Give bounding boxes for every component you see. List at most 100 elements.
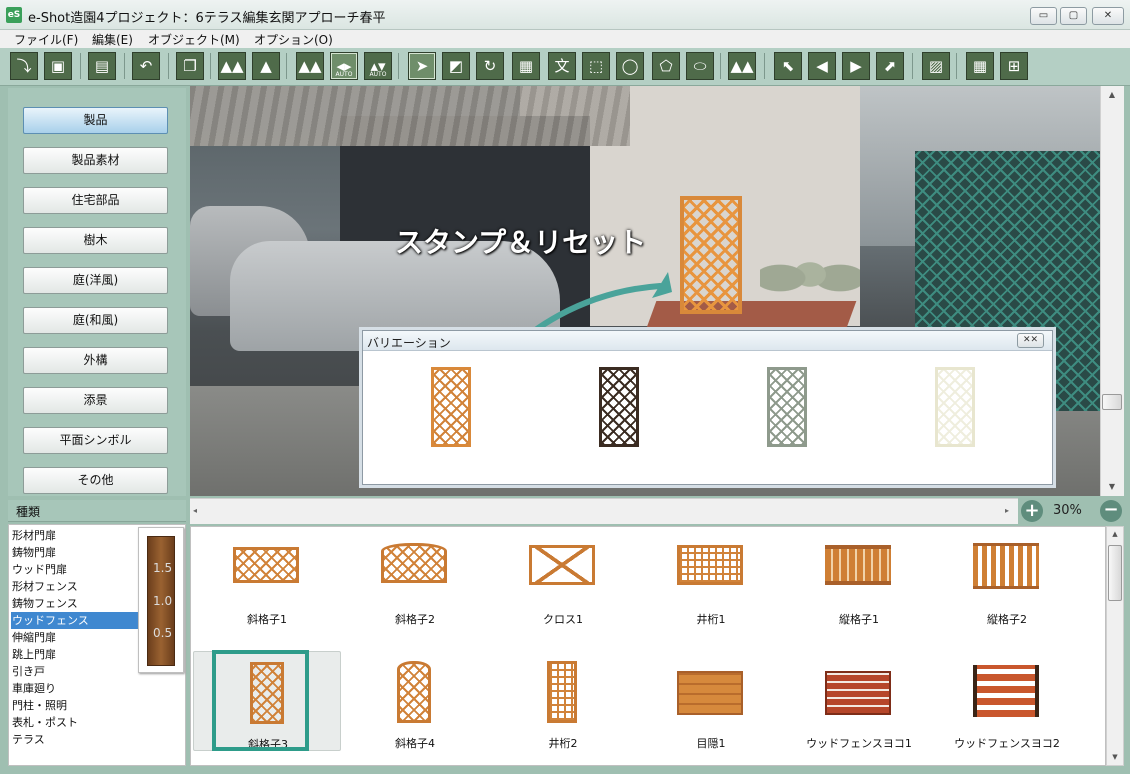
maximize-button[interactable]: ▢: [1060, 7, 1087, 25]
category-western-garden-button[interactable]: 庭(洋風): [23, 267, 168, 294]
transform-icon[interactable]: ◩: [442, 52, 470, 80]
auto-vertical-icon[interactable]: ▴▾ AUTO: [364, 52, 392, 80]
toolbar: ⤵ ▣ ▤ ↶ ❐ ▲▲ ▲ ▲▲ ◂▸ AUTO ▴▾ AUTO ➤ ◩ ↻ ▦ …: [0, 48, 1130, 86]
gauge-label-0-5: 0.5: [153, 626, 173, 640]
type-item[interactable]: 伸縮門扉: [11, 629, 139, 646]
zoom-in-icon[interactable]: +: [1021, 500, 1043, 522]
undo-icon[interactable]: ↶: [132, 52, 160, 80]
close-button[interactable]: ✕: [1092, 7, 1124, 25]
paste-icon[interactable]: ❐: [176, 52, 204, 80]
canvas-horizontal-scrollbar[interactable]: ◂ ▸: [190, 498, 1018, 524]
tree-photo-icon[interactable]: ▲: [252, 52, 280, 80]
category-accessories-button[interactable]: 添景: [23, 387, 168, 414]
type-item[interactable]: 形材フェンス: [11, 578, 139, 595]
variant-cream[interactable]: [935, 367, 975, 447]
type-item[interactable]: 跳上門扉: [11, 646, 139, 663]
category-others-button[interactable]: その他: [23, 467, 168, 494]
menu-edit[interactable]: 編集(E): [92, 31, 133, 48]
freehand-select-icon[interactable]: ⬭: [686, 52, 714, 80]
category-product-material-button[interactable]: 製品素材: [23, 147, 168, 174]
rotate-icon[interactable]: ↻: [476, 52, 504, 80]
gauge-label-1-0: 1.0: [153, 594, 173, 608]
type-item[interactable]: 門柱・照明: [11, 697, 139, 714]
tree-row-icon[interactable]: ▲▲: [728, 52, 756, 80]
product-item[interactable]: ウッドフェンスヨコ2: [933, 651, 1081, 751]
scroll-right-arrow-icon[interactable]: ▸: [1005, 506, 1009, 515]
scroll-up-arrow-icon[interactable]: ▲: [1101, 90, 1123, 99]
grid-scroll-up-icon[interactable]: ▲: [1107, 530, 1123, 538]
product-thumbnail: [973, 543, 1039, 589]
arrow-right-icon[interactable]: ▶: [842, 52, 870, 80]
category-japanese-garden-button[interactable]: 庭(和風): [23, 307, 168, 334]
zoom-out-icon[interactable]: −: [1100, 500, 1122, 522]
type-item[interactable]: 引き戸: [11, 663, 139, 680]
variant-orange[interactable]: [431, 367, 471, 447]
product-thumbnail: [233, 547, 299, 583]
product-item[interactable]: 斜格子2: [341, 529, 489, 629]
type-item[interactable]: 鋳物フェンス: [11, 595, 139, 612]
hatch-icon[interactable]: ▨: [922, 52, 950, 80]
category-housing-parts-button[interactable]: 住宅部品: [23, 187, 168, 214]
trees-icon[interactable]: ▲▲: [218, 52, 246, 80]
type-item[interactable]: 鋳物門扉: [11, 544, 139, 561]
product-thumbnail: [397, 661, 431, 723]
product-item[interactable]: 井桁2: [489, 651, 637, 751]
product-item[interactable]: 斜格子4: [341, 651, 489, 751]
grid-settings-icon[interactable]: ⊞: [1000, 52, 1028, 80]
product-item[interactable]: クロス1: [489, 529, 637, 629]
type-item[interactable]: テラス: [11, 731, 139, 748]
rect-select-icon[interactable]: ⬚: [582, 52, 610, 80]
grid-icon[interactable]: ▦: [966, 52, 994, 80]
type-item-selected[interactable]: ウッドフェンス: [11, 612, 139, 629]
product-item[interactable]: 目隠1: [637, 651, 785, 751]
variant-dark-brown[interactable]: [599, 367, 639, 447]
product-item[interactable]: ウッドフェンスヨコ1: [785, 651, 933, 751]
type-item[interactable]: 表札・ポスト: [11, 714, 139, 731]
open-icon[interactable]: ⤵: [10, 52, 38, 80]
product-item[interactable]: 縦格子2: [933, 529, 1081, 629]
ellipse-select-icon[interactable]: ◯: [616, 52, 644, 80]
polygon-select-icon[interactable]: ⬠: [652, 52, 680, 80]
arrow-left-icon[interactable]: ◀: [808, 52, 836, 80]
variant-grey-green[interactable]: [767, 367, 807, 447]
category-trees-button[interactable]: 樹木: [23, 227, 168, 254]
grid-scroll-down-icon[interactable]: ▼: [1107, 753, 1123, 761]
type-item[interactable]: 車庫廻り: [11, 680, 139, 697]
photo-icon[interactable]: ▤: [88, 52, 116, 80]
product-thumbnail: [381, 543, 447, 583]
category-products-button[interactable]: 製品: [23, 107, 168, 134]
arrow-upleft-icon[interactable]: ⬉: [774, 52, 802, 80]
menu-file[interactable]: ファイル(F): [14, 31, 78, 48]
height-gauge[interactable]: 1.5 1.0 0.5: [138, 527, 184, 673]
category-plan-symbols-button[interactable]: 平面シンボル: [23, 427, 168, 454]
product-item[interactable]: 井桁1: [637, 529, 785, 629]
picture-icon[interactable]: ▦: [512, 52, 540, 80]
category-exterior-button[interactable]: 外構: [23, 347, 168, 374]
app-logo-icon: eS: [6, 7, 22, 23]
type-item[interactable]: 形材門扉: [11, 527, 139, 544]
product-item[interactable]: 縦格子1: [785, 529, 933, 629]
product-grid-scrollbar[interactable]: ▲ ▼: [1106, 526, 1124, 766]
window-title: e-Shot造園4プロジェクト：6テラス編集玄関アプローチ春平: [28, 11, 386, 26]
grid-scroll-thumb[interactable]: [1108, 545, 1122, 601]
variation-close-button[interactable]: ✕✕: [1017, 333, 1044, 348]
auto-horizontal-icon[interactable]: ◂▸ AUTO: [330, 52, 358, 80]
arrow-upright-icon[interactable]: ⬈: [876, 52, 904, 80]
variation-title-bar: バリエーション ✕✕: [363, 331, 1052, 351]
save-icon[interactable]: ▣: [44, 52, 72, 80]
menu-option[interactable]: オプション(O): [254, 31, 333, 48]
product-item[interactable]: 斜格子1: [193, 529, 341, 629]
select-arrow-icon[interactable]: ➤: [408, 52, 436, 80]
text-tool-icon[interactable]: 文: [548, 52, 576, 80]
type-item[interactable]: ウッド門扉: [11, 561, 139, 578]
product-grid: 斜格子1 斜格子2 クロス1 井桁1 縦格子1 縦格子2 斜格子3 斜格子4 井…: [190, 526, 1106, 766]
canvas-vertical-scrollbar[interactable]: ▲ ▼: [1100, 86, 1124, 496]
variation-window: バリエーション ✕✕: [362, 330, 1053, 485]
menu-object[interactable]: オブジェクト(M): [148, 31, 240, 48]
canvas-scroll-thumb[interactable]: [1102, 394, 1122, 410]
type-panel-header: 種類: [8, 500, 186, 522]
scroll-down-arrow-icon[interactable]: ▼: [1101, 482, 1123, 491]
scroll-left-arrow-icon[interactable]: ◂: [193, 506, 197, 515]
multi-trees-icon[interactable]: ▲▲: [296, 52, 324, 80]
minimize-button[interactable]: ▭: [1030, 7, 1057, 25]
